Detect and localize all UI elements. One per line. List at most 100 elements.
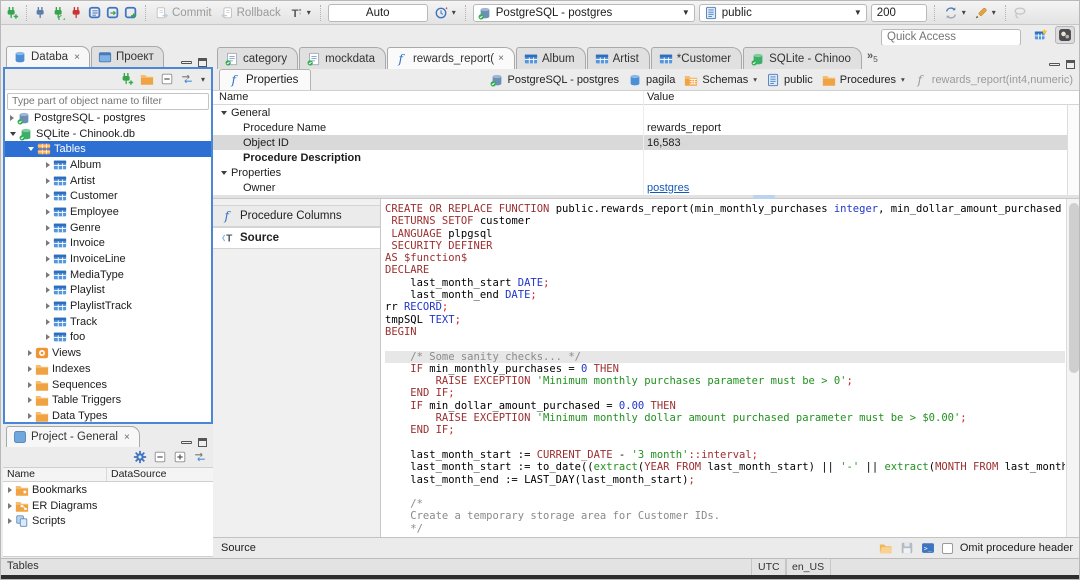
- breadcrumb-item-schemas[interactable]: Schemas ▾: [684, 73, 757, 87]
- code-line[interactable]: last_month_start DATE;: [385, 277, 1065, 289]
- new-folder-icon[interactable]: [140, 72, 154, 86]
- twisty-collapsed-icon[interactable]: [46, 240, 50, 247]
- twisty-collapsed-icon[interactable]: [46, 318, 50, 325]
- timezone-cell[interactable]: UTC: [751, 559, 787, 575]
- tree-item-table-triggers[interactable]: Table Triggers: [5, 392, 211, 408]
- lasso-icon[interactable]: [1013, 6, 1027, 20]
- twisty-collapsed-icon[interactable]: [46, 287, 50, 294]
- properties-scrollbar[interactable]: [1067, 105, 1079, 195]
- collapse-all-icon[interactable]: [160, 72, 174, 86]
- tree-item-foo[interactable]: foo: [5, 330, 211, 346]
- tree-item-track[interactable]: Track: [5, 314, 211, 330]
- scrollbar-thumb[interactable]: [1069, 203, 1079, 373]
- code-line[interactable]: AS $function$: [385, 252, 1065, 264]
- editor-tab-album[interactable]: Album: [515, 47, 586, 69]
- code-line[interactable]: RAISE EXCEPTION 'Minimum monthly purchas…: [385, 375, 1065, 387]
- tree-item-sequences[interactable]: Sequences: [5, 377, 211, 393]
- schema-combo[interactable]: public ▼: [698, 3, 867, 22]
- tree-item-artist[interactable]: Artist: [5, 173, 211, 189]
- twisty-collapsed-icon[interactable]: [46, 334, 50, 341]
- tree-item-tables[interactable]: Tables: [5, 141, 211, 158]
- tab-source[interactable]: T Source: [213, 227, 380, 249]
- breadcrumb-item-postgresql-postgres[interactable]: PostgreSQL - postgres: [490, 73, 619, 87]
- twisty-expanded-icon[interactable]: [28, 147, 34, 152]
- twisty-collapsed-icon[interactable]: [46, 161, 50, 168]
- rollback-button[interactable]: Rollback: [218, 5, 283, 21]
- code-line[interactable]: [385, 486, 1065, 498]
- code-line[interactable]: rr RECORD;: [385, 301, 1065, 313]
- maximize-icon[interactable]: [1066, 60, 1075, 69]
- close-icon[interactable]: ×: [74, 52, 80, 63]
- code-line[interactable]: DECLARE: [385, 264, 1065, 276]
- twisty-collapsed-icon[interactable]: [46, 208, 50, 215]
- twisty-collapsed-icon[interactable]: [28, 350, 32, 357]
- code-line[interactable]: last_month_start := CURRENT_DATE - '3 mo…: [385, 449, 1065, 461]
- code-line[interactable]: IF min_monthly_purchases = 0 THEN: [385, 363, 1065, 375]
- editor-tab-sqlite-chinoo[interactable]: SQLite - Chinoo: [743, 47, 862, 69]
- locale-cell[interactable]: en_US: [785, 559, 832, 575]
- twisty-collapsed-icon[interactable]: [46, 193, 50, 200]
- property-value-link[interactable]: postgres: [647, 182, 689, 194]
- twisty-collapsed-icon[interactable]: [46, 271, 50, 278]
- code-line[interactable]: LANGUAGE plpgsql: [385, 228, 1065, 240]
- disconnect-icon[interactable]: [70, 6, 84, 20]
- twisty-collapsed-icon[interactable]: [28, 397, 32, 404]
- tree-item-indexes[interactable]: Indexes: [5, 361, 211, 377]
- code-line[interactable]: RAISE EXCEPTION 'Minimum monthly dollar …: [385, 412, 1065, 424]
- link-editor-icon[interactable]: [180, 72, 194, 86]
- twisty-expanded-icon[interactable]: [221, 170, 227, 175]
- commit-button[interactable]: Commit: [153, 5, 214, 21]
- transaction-log-button[interactable]: T ▾: [287, 5, 313, 21]
- twisty-collapsed-icon[interactable]: [46, 177, 50, 184]
- tree-item-genre[interactable]: Genre: [5, 220, 211, 236]
- reconnect-icon[interactable]: [52, 6, 66, 20]
- column-name[interactable]: Name: [213, 91, 643, 104]
- tree-item-data-types[interactable]: Data Types: [5, 408, 211, 424]
- close-icon[interactable]: ×: [124, 432, 130, 443]
- view-menu-icon[interactable]: ▾: [201, 75, 205, 84]
- expand-all-icon[interactable]: [173, 450, 187, 464]
- twisty-collapsed-icon[interactable]: [28, 381, 32, 388]
- tree-item-mediatype[interactable]: MediaType: [5, 267, 211, 283]
- code-line[interactable]: last_month_end := LAST_DAY(last_month_st…: [385, 474, 1065, 486]
- breadcrumb-item-procedures[interactable]: Procedures ▾: [822, 73, 905, 87]
- gear-icon[interactable]: [133, 450, 147, 464]
- tree-item-album[interactable]: Album: [5, 157, 211, 173]
- tree-item-invoice[interactable]: Invoice: [5, 236, 211, 252]
- source-code[interactable]: CREATE OR REPLACE FUNCTION public.reward…: [385, 203, 1065, 537]
- source-editor[interactable]: CREATE OR REPLACE FUNCTION public.reward…: [381, 199, 1079, 537]
- open-file-icon[interactable]: [879, 541, 893, 555]
- minimize-icon[interactable]: [1049, 63, 1060, 66]
- editor-tab--customer[interactable]: *Customer: [650, 47, 743, 69]
- project-item-scripts[interactable]: Scripts: [3, 513, 213, 529]
- connection-combo[interactable]: PostgreSQL - postgres ▼: [472, 3, 695, 22]
- chevron-down-icon[interactable]: ▾: [901, 75, 905, 84]
- code-line[interactable]: Create a temporary storage area for Cust…: [385, 510, 1065, 522]
- tree-item-employee[interactable]: Employee: [5, 204, 211, 220]
- commit-mode-combo[interactable]: Auto: [327, 3, 428, 22]
- code-line[interactable]: RETURNS SETOF customer: [385, 215, 1065, 227]
- tree-item-sqlite-chinook-db[interactable]: SQLite - Chinook.db: [5, 126, 211, 142]
- paint-button[interactable]: ▾: [972, 5, 998, 21]
- tree-item-invoiceline[interactable]: InvoiceLine: [5, 251, 211, 267]
- property-row-properties[interactable]: Properties: [213, 165, 1079, 180]
- code-line[interactable]: /* Some sanity checks... */: [385, 350, 1065, 363]
- twisty-collapsed-icon[interactable]: [28, 412, 32, 419]
- code-line[interactable]: [385, 338, 1065, 350]
- twisty-collapsed-icon[interactable]: [46, 303, 50, 310]
- tab-procedure-columns[interactable]: f Procedure Columns: [213, 205, 380, 227]
- code-scrollbar[interactable]: [1066, 199, 1079, 537]
- auto-sync-button[interactable]: ▾: [942, 5, 968, 21]
- code-line[interactable]: last_month_start := to_date((extract(YEA…: [385, 461, 1065, 473]
- tree-item-views[interactable]: Views: [5, 345, 211, 361]
- property-row-procedure-name[interactable]: Procedure Name rewards_report: [213, 120, 1079, 135]
- editor-tab-category[interactable]: category: [217, 47, 299, 69]
- property-row-general[interactable]: General: [213, 105, 1079, 120]
- open-perspective-button[interactable]: [1031, 26, 1051, 44]
- code-line[interactable]: SECURITY DEFINER: [385, 240, 1065, 252]
- tab-database-navigator[interactable]: Databa ×: [6, 46, 90, 67]
- editor-tab-mockdata[interactable]: mockdata: [299, 47, 386, 69]
- twisty-collapsed-icon[interactable]: [8, 486, 12, 493]
- code-line[interactable]: last_month_end DATE;: [385, 289, 1065, 301]
- code-line[interactable]: END IF;: [385, 387, 1065, 399]
